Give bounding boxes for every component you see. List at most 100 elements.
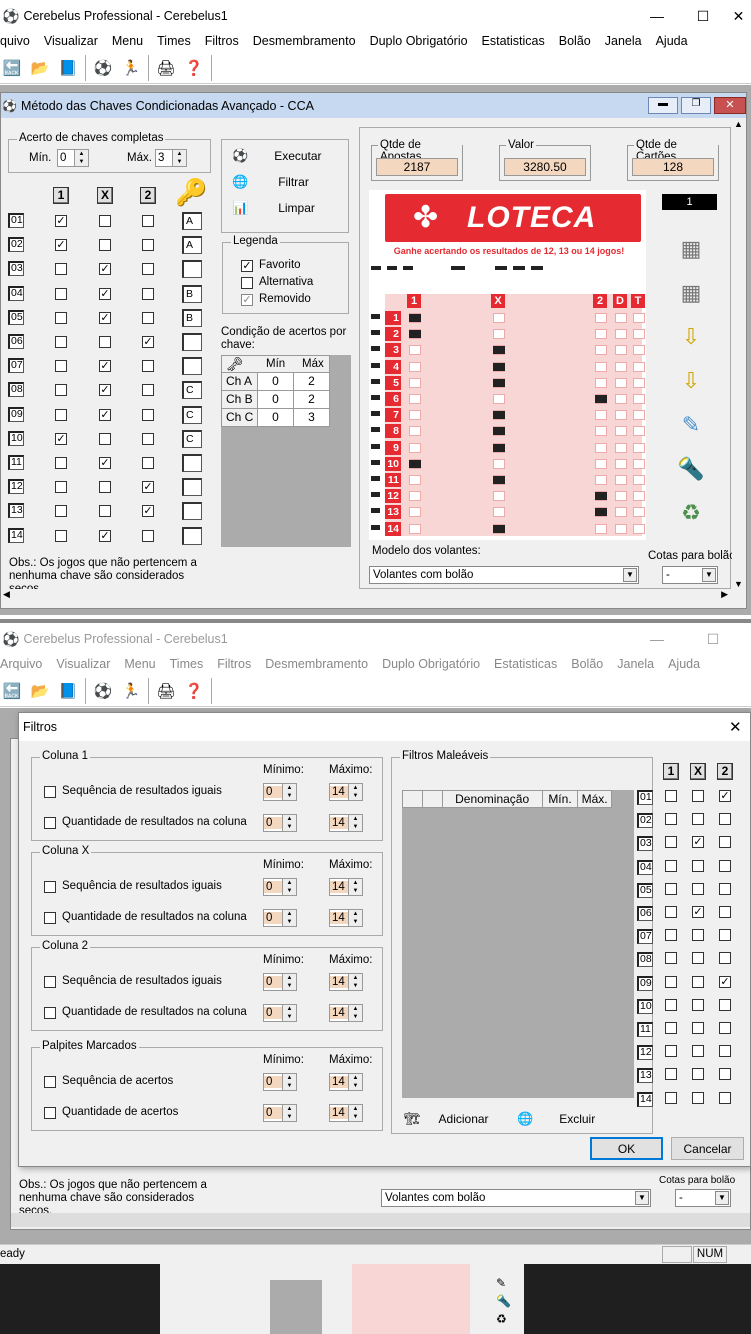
pick-checkbox-c2[interactable]: ✓	[142, 336, 154, 348]
minimize-button[interactable]: —	[634, 0, 680, 32]
next-card-icon[interactable]: ⇩	[673, 315, 709, 359]
menu-visualizar[interactable]: Visualizar	[44, 34, 98, 48]
pick-checkbox-cx[interactable]: ✓	[99, 311, 111, 324]
close-button[interactable]: ✕	[726, 0, 751, 32]
last-card-icon[interactable]: ⇩	[673, 359, 709, 403]
pick-checkbox-c2[interactable]	[142, 239, 154, 252]
cancelar-button[interactable]: Cancelar	[671, 1137, 744, 1160]
key-field[interactable]: A	[182, 236, 202, 255]
excluir-button[interactable]: 🌐 Excluir	[517, 1109, 595, 1129]
pick-checkbox-c1[interactable]	[55, 311, 67, 324]
menu-bol-o[interactable]: Bolão	[571, 657, 603, 671]
pick-checkbox-cx[interactable]: ✓	[99, 408, 111, 421]
min-spinner[interactable]: 0 ▲ ▼	[263, 1073, 297, 1091]
maleaveis-table[interactable]: Denominação Mín. Máx.	[402, 790, 634, 1098]
grid-checkbox-c1[interactable]	[665, 813, 677, 826]
pick-checkbox-cx[interactable]	[99, 505, 111, 518]
grid-checkbox-c1[interactable]	[665, 1045, 677, 1058]
key-field[interactable]	[182, 333, 202, 351]
grid-checkbox-cx[interactable]	[692, 859, 704, 872]
help-icon[interactable]: ❓	[182, 56, 206, 80]
folder-icon[interactable]: 📂	[28, 679, 52, 703]
pick-checkbox-cx[interactable]: ✓	[99, 360, 111, 373]
player-icon[interactable]: 🏃	[119, 679, 143, 703]
min-spinner[interactable]: 0 ▲ ▼	[263, 973, 297, 991]
max-spinner[interactable]: 14 ▲ ▼	[329, 783, 363, 801]
menu-janela[interactable]: Janela	[617, 657, 654, 671]
menu-duplo-obrigat-rio[interactable]: Duplo Obrigatório	[382, 657, 480, 671]
grid-checkbox-cx[interactable]	[692, 1022, 704, 1034]
maximize-button[interactable]: ☐	[680, 0, 726, 32]
soccer-ball-icon[interactable]: ⚽	[91, 56, 115, 80]
print-card-icon[interactable]: ✎	[673, 403, 709, 447]
menu-desmembramento[interactable]: Desmembramento	[253, 34, 356, 48]
filter-checkbox[interactable]	[44, 1107, 56, 1119]
executar-button[interactable]: ⚽ Executar	[232, 146, 342, 166]
book-icon[interactable]: 📘	[56, 679, 80, 703]
key-field[interactable]	[182, 502, 202, 521]
grid-checkbox-c2[interactable]	[719, 1022, 731, 1034]
key-field[interactable]	[182, 526, 202, 545]
menu-menu[interactable]: Menu	[112, 34, 143, 48]
min-spinner[interactable]: 0 ▲ ▼	[57, 149, 89, 167]
pick-checkbox-c2[interactable]: ✓	[142, 505, 154, 518]
filter-checkbox[interactable]	[44, 786, 56, 798]
key-field[interactable]: C	[182, 429, 202, 448]
key-field[interactable]	[182, 357, 202, 376]
maximize-button-2[interactable]: ☐	[690, 623, 736, 655]
grid-checkbox-cx[interactable]	[692, 790, 704, 802]
key-field[interactable]: A	[182, 212, 202, 230]
pick-checkbox-c2[interactable]	[142, 215, 154, 227]
menu-visualizar[interactable]: Visualizar	[56, 657, 110, 671]
pick-checkbox-c2[interactable]	[142, 529, 154, 542]
grid-checkbox-c2[interactable]	[719, 998, 731, 1011]
grid-checkbox-c2[interactable]	[719, 882, 731, 895]
ok-button[interactable]: OK	[590, 1137, 663, 1160]
filter-checkbox[interactable]	[44, 912, 56, 924]
max-spinner[interactable]: 14 ▲ ▼	[329, 909, 363, 927]
grid-checkbox-c1[interactable]	[665, 859, 677, 872]
cca-minimize-button[interactable]: ▬	[648, 97, 678, 114]
pick-checkbox-c1[interactable]: ✓	[55, 215, 67, 227]
key-field[interactable]: C	[182, 405, 202, 424]
grid-checkbox-c1[interactable]	[665, 1068, 677, 1081]
grid-checkbox-c1[interactable]	[665, 1091, 677, 1104]
printer-icon[interactable]: 🖨	[154, 56, 178, 80]
grid-checkbox-c1[interactable]	[665, 790, 677, 802]
pick-checkbox-c2[interactable]: ✓	[142, 481, 154, 494]
grid-checkbox-c2[interactable]: ✓	[719, 790, 731, 802]
pick-checkbox-c1[interactable]	[55, 505, 67, 518]
menu-quivo[interactable]: quivo	[0, 34, 30, 48]
cca-restore-button[interactable]: ❐	[681, 97, 711, 114]
grid-checkbox-cx[interactable]	[692, 998, 704, 1011]
grid-checkbox-c1[interactable]	[665, 975, 677, 988]
filter-checkbox[interactable]	[44, 881, 56, 893]
key-field[interactable]	[182, 454, 202, 472]
pick-checkbox-c1[interactable]	[55, 457, 67, 469]
pick-checkbox-c2[interactable]	[142, 263, 154, 276]
pick-checkbox-c1[interactable]	[55, 384, 67, 397]
pick-checkbox-c1[interactable]	[55, 481, 67, 494]
pick-checkbox-cx[interactable]	[99, 481, 111, 494]
grid-checkbox-cx[interactable]	[692, 813, 704, 826]
pick-checkbox-c2[interactable]	[142, 311, 154, 324]
menu-arquivo[interactable]: Arquivo	[0, 657, 42, 671]
grid-checkbox-c2[interactable]	[719, 1091, 731, 1104]
filter-checkbox[interactable]	[44, 1007, 56, 1019]
pick-checkbox-c1[interactable]	[55, 408, 67, 421]
filter-checkbox[interactable]	[44, 817, 56, 829]
menu-estatisticas[interactable]: Estatisticas	[494, 657, 557, 671]
pick-checkbox-c1[interactable]	[55, 263, 67, 276]
pick-checkbox-cx[interactable]	[99, 215, 111, 227]
limpar-button[interactable]: 📊 Limpar	[232, 198, 342, 218]
menu-bol-o[interactable]: Bolão	[559, 34, 591, 48]
pick-checkbox-c2[interactable]	[142, 408, 154, 421]
min-spinner[interactable]: 0 ▲ ▼	[263, 909, 297, 927]
menu-duplo-obrigat-rio[interactable]: Duplo Obrigatório	[370, 34, 468, 48]
vertical-scrollbar[interactable]: ▲ ▼	[732, 119, 746, 589]
max-spinner[interactable]: 3 ▲ ▼	[155, 149, 187, 167]
menu-ajuda[interactable]: Ajuda	[656, 34, 688, 48]
menu-janela[interactable]: Janela	[605, 34, 642, 48]
grid-checkbox-cx[interactable]	[692, 929, 704, 942]
grid-checkbox-c2[interactable]	[719, 929, 731, 942]
